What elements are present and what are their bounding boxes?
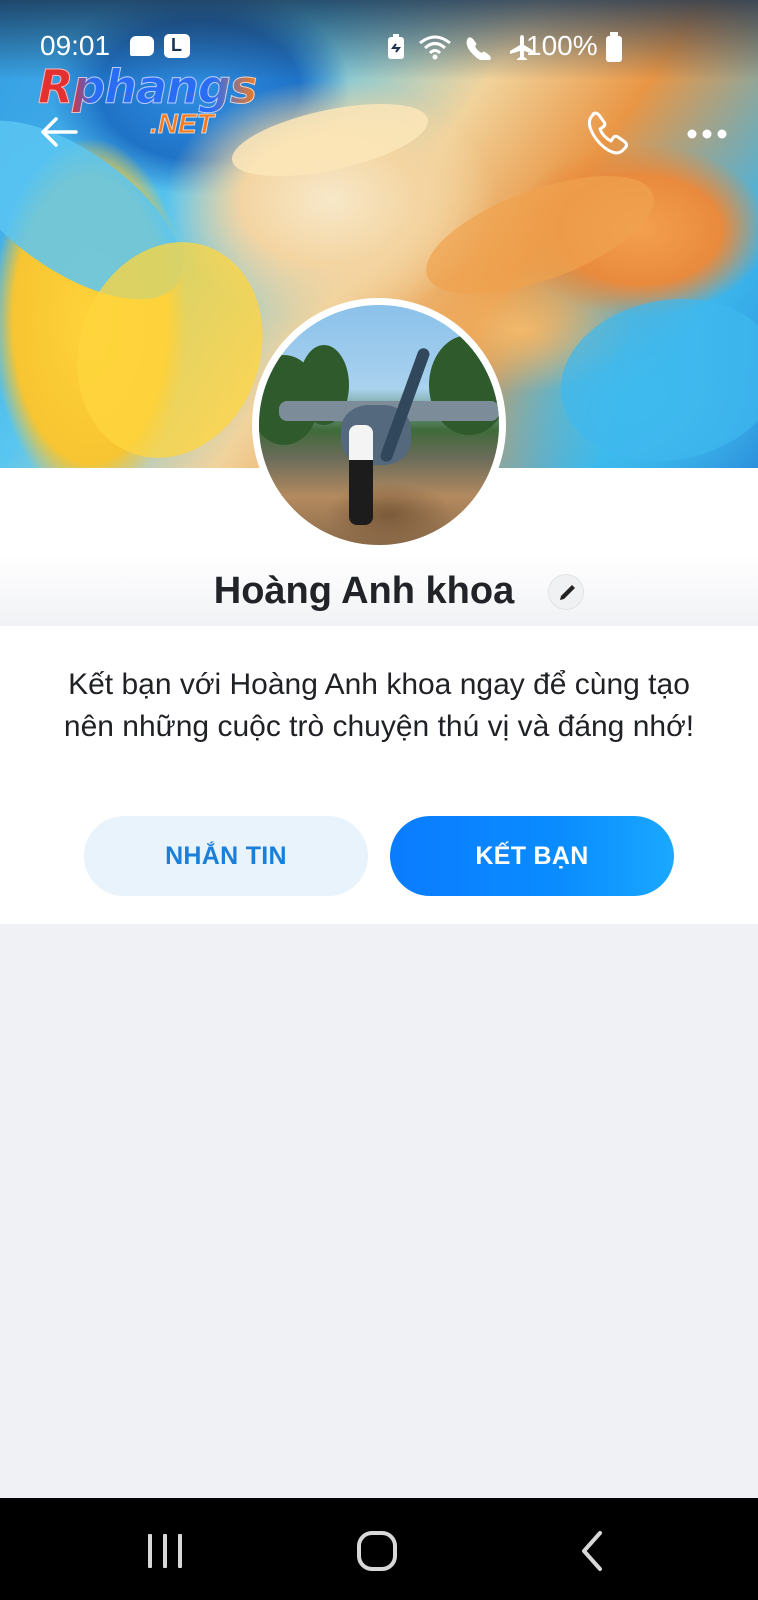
system-icons — [386, 34, 536, 60]
battery-icon — [606, 32, 622, 62]
phone-icon — [587, 111, 628, 155]
add-friend-button[interactable]: KẾT BẠN — [390, 816, 674, 896]
more-options-button[interactable] — [682, 114, 732, 154]
wifi-icon — [419, 35, 451, 60]
home-icon — [357, 1531, 397, 1571]
notification-icons — [130, 34, 190, 58]
back-chevron-icon — [582, 1531, 602, 1571]
avatar[interactable] — [252, 298, 506, 552]
cover-streak — [411, 151, 669, 319]
cover-streak — [225, 89, 435, 191]
edit-name-button[interactable] — [548, 574, 584, 610]
profile-name: Hoàng Anh khoa — [213, 570, 515, 612]
wifi-call-icon — [466, 37, 491, 60]
call-button[interactable] — [582, 108, 632, 158]
system-navigation-bar — [0, 1498, 758, 1600]
message-button[interactable]: NHẮN TIN — [84, 816, 368, 896]
battery-percentage: 100% — [526, 30, 598, 61]
pencil-icon — [560, 585, 575, 600]
more-dots-icon — [687, 129, 727, 139]
recent-apps-icon — [148, 1534, 182, 1568]
chat-bubble-icon — [130, 36, 154, 56]
recent-apps-button[interactable] — [140, 1526, 190, 1576]
back-button[interactable] — [36, 108, 84, 156]
invite-message: Kết bạn với Hoàng Anh khoa ngay để cùng … — [63, 668, 695, 743]
battery-saver-icon — [388, 34, 404, 59]
friend-invite-section: Kết bạn với Hoàng Anh khoa ngay để cùng … — [0, 626, 758, 924]
cover-streak — [547, 282, 758, 468]
l-app-icon — [164, 34, 190, 58]
arrow-left-icon — [41, 117, 78, 147]
avatar-person — [349, 425, 373, 525]
status-time: 09:01 — [40, 30, 111, 61]
home-button[interactable] — [352, 1526, 402, 1576]
nav-back-button[interactable] — [568, 1526, 618, 1576]
watermark-logo-sub: .NET — [150, 108, 215, 140]
watermark-logo: Rphangs — [37, 60, 257, 115]
